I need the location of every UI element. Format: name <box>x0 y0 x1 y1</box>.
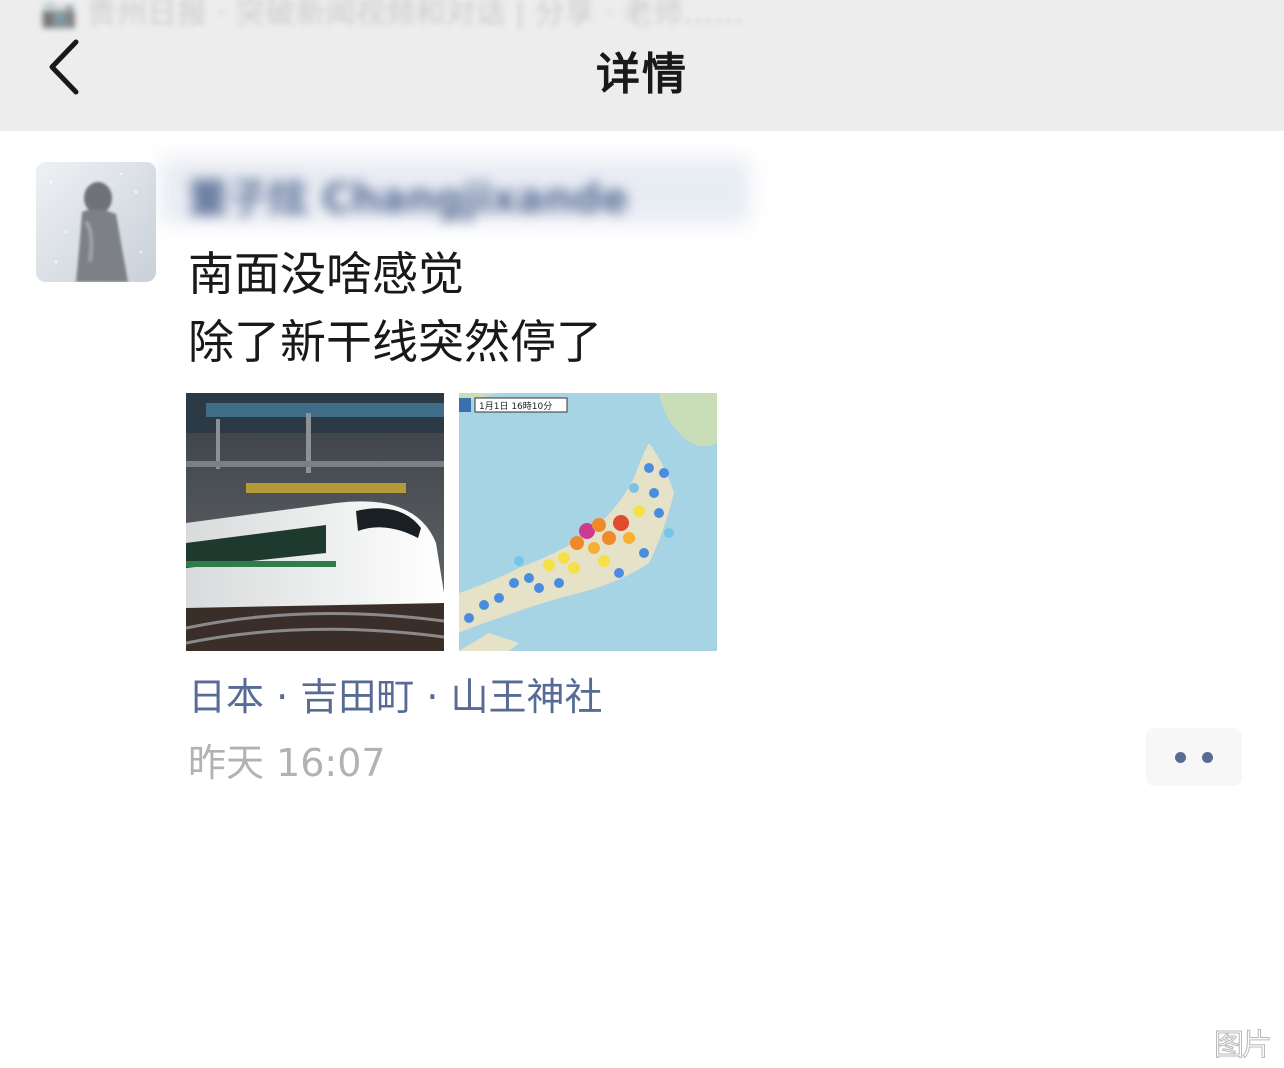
author-name[interactable]: 董子炫 Changjixande <box>188 166 748 222</box>
post-text-line: 南面没啥感觉 <box>188 247 464 301</box>
post-text-line: 除了新干线突然停了 <box>188 315 602 369</box>
map-caption: 1月1日 16時10分 <box>479 401 552 412</box>
japan-earthquake-intensity-map: 1月1日 16時10分 <box>459 393 717 651</box>
location-link[interactable]: 日本 · 吉田町 · 山王神社 <box>188 666 602 721</box>
post-timestamp: 昨天 16:07 <box>188 741 386 785</box>
more-actions-button[interactable] <box>1146 728 1242 786</box>
shinkansen-train-photo <box>186 393 444 651</box>
page-title: 详情 <box>596 49 688 100</box>
navigation-bar: 📷 贵州日报 · 突破新闻视频和对话 | 分享 · 老师…… 详情 <box>0 0 1284 131</box>
post-content: 南面没啥感觉 除了新干线突然停了 <box>188 240 1088 376</box>
watermark-logo: 图片 <box>1214 1028 1273 1064</box>
scrolled-content-ghost: 📷 贵州日报 · 突破新闻视频和对话 | 分享 · 老师…… <box>40 0 744 31</box>
avatar[interactable] <box>36 162 156 282</box>
post-image-quake-map[interactable]: 1月1日 16時10分 <box>459 393 717 651</box>
post-image-train[interactable] <box>186 393 444 651</box>
avatar-image <box>36 162 156 282</box>
